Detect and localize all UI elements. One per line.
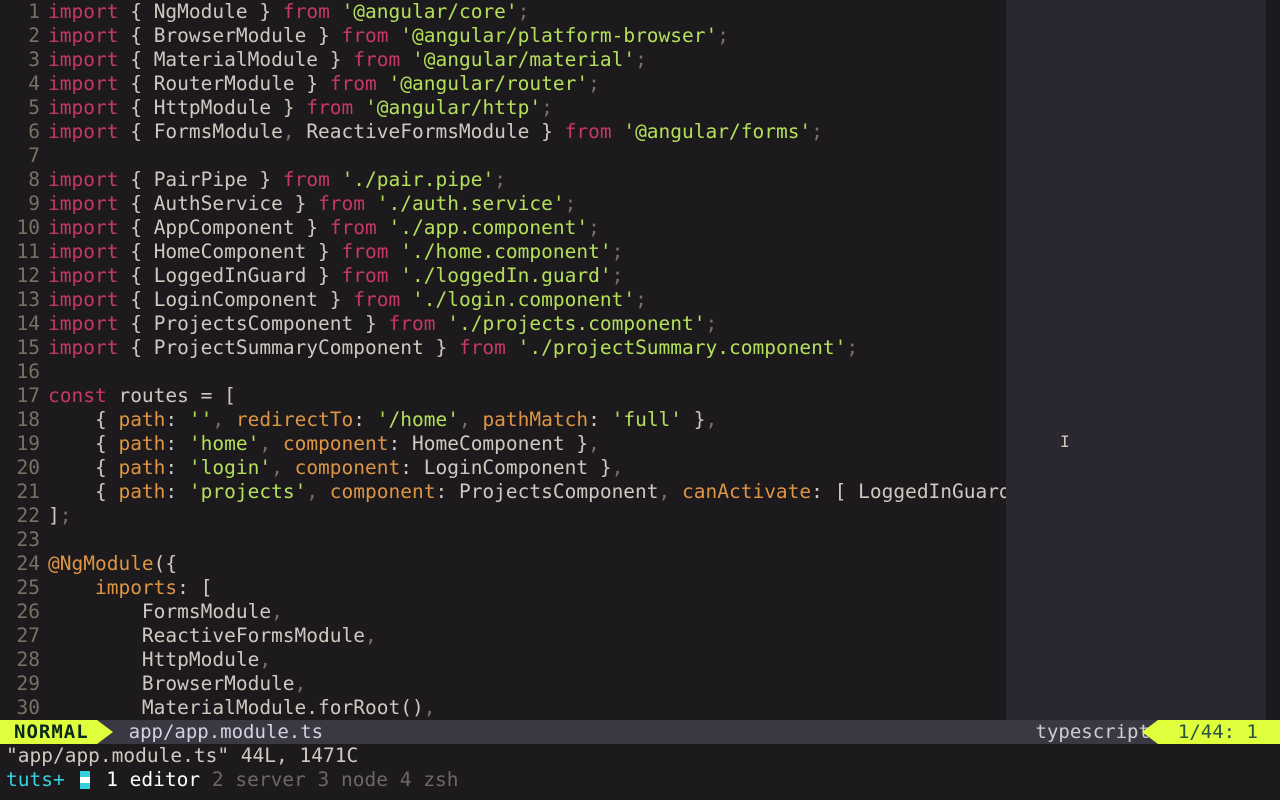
line-number: 6 xyxy=(0,120,48,144)
tmux-window[interactable]: 3 node xyxy=(318,768,388,791)
line-number: 10 xyxy=(0,216,48,240)
line-number: 24 xyxy=(0,552,48,576)
minimap[interactable] xyxy=(1006,0,1266,720)
line-number: 7 xyxy=(0,144,48,168)
line-number: 28 xyxy=(0,648,48,672)
line-number: 22 xyxy=(0,504,48,528)
buffer-filename: app/app.module.ts xyxy=(97,720,323,744)
line-number: 2 xyxy=(0,24,48,48)
line-number: 1 xyxy=(0,0,48,24)
line-number: 16 xyxy=(0,360,48,384)
status-line: NORMAL app/app.module.ts typescript 1/44… xyxy=(0,720,1280,744)
line-number: 19 xyxy=(0,432,48,456)
line-number: 3 xyxy=(0,48,48,72)
line-number: 5 xyxy=(0,96,48,120)
mouse-text-cursor-icon: 𝙸 xyxy=(1060,430,1070,454)
vim-mode: NORMAL xyxy=(0,720,97,744)
tmux-window[interactable]: 1 editor xyxy=(106,768,200,791)
tmux-window[interactable]: 2 server xyxy=(212,768,306,791)
command-message-line[interactable]: "app/app.module.ts" 44L, 1471C xyxy=(0,744,1280,768)
tmux-window[interactable]: 4 zsh xyxy=(400,768,459,791)
line-number: 8 xyxy=(0,168,48,192)
line-number: 27 xyxy=(0,624,48,648)
line-number: 11 xyxy=(0,240,48,264)
line-number: 12 xyxy=(0,264,48,288)
line-number: 18 xyxy=(0,408,48,432)
line-number: 29 xyxy=(0,672,48,696)
line-number: 4 xyxy=(0,72,48,96)
editor-pane[interactable]: 1import { NgModule } from '@angular/core… xyxy=(0,0,1280,720)
cursor-position: 1/44: 1 xyxy=(1158,720,1280,744)
line-number: 9 xyxy=(0,192,48,216)
line-number: 15 xyxy=(0,336,48,360)
line-number: 20 xyxy=(0,456,48,480)
tmux-status-bar[interactable]: tuts+ 1 editor 2 server 3 node 4 zsh xyxy=(0,768,1280,792)
divider-icon xyxy=(80,771,90,789)
line-number: 30 xyxy=(0,696,48,720)
line-number: 21 xyxy=(0,480,48,504)
filetype-indicator: typescript xyxy=(1036,720,1158,744)
line-number: 13 xyxy=(0,288,48,312)
line-number: 26 xyxy=(0,600,48,624)
line-number: 14 xyxy=(0,312,48,336)
tmux-session-name[interactable]: tuts+ xyxy=(6,768,65,792)
line-number: 17 xyxy=(0,384,48,408)
line-number: 25 xyxy=(0,576,48,600)
line-number: 23 xyxy=(0,528,48,552)
